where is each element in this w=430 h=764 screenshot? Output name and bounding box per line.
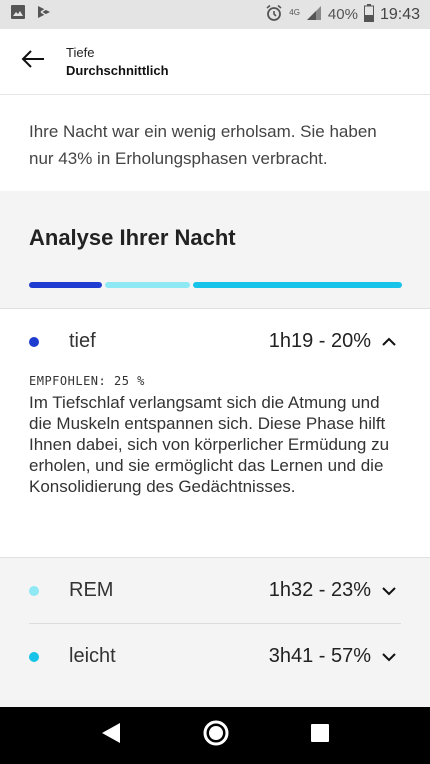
nav-back-icon[interactable] — [100, 721, 122, 750]
battery-percent: 40% — [327, 6, 358, 23]
status-bar: 4G 40% 19:43 — [0, 0, 430, 29]
nav-home-icon[interactable] — [202, 719, 230, 752]
battery-icon — [363, 3, 374, 26]
phase-bar-tief — [29, 282, 103, 288]
analysis-title: Analyse Ihrer Nacht — [29, 225, 236, 250]
phase-description: Im Tiefschlaf verlangsamt sich die Atmun… — [29, 393, 390, 496]
phase-label: REM — [69, 579, 114, 601]
play-store-icon — [36, 4, 52, 25]
phase-distribution-bar — [29, 282, 402, 288]
sleep-summary: Ihre Nacht war ein wenig erholsam. Sie h… — [0, 96, 430, 191]
phase-dot-leicht — [29, 651, 39, 662]
page-title: Durchschnittlich — [66, 63, 169, 78]
phase-row-tief[interactable]: tief 1h19 - 20% — [0, 309, 430, 374]
recommended-label: EMPFOHLEN: 25 % — [29, 374, 145, 388]
phase-value: 3h41 - 57% — [268, 645, 371, 667]
phase-value: 1h32 - 23% — [268, 579, 371, 601]
signal-icon — [306, 5, 322, 25]
chevron-down-icon[interactable] — [377, 579, 401, 603]
phase-label: leicht — [69, 645, 116, 667]
phase-bar-leicht — [192, 282, 402, 288]
chevron-up-icon[interactable] — [377, 330, 401, 354]
phase-row-rem[interactable]: REM 1h32 - 23% — [0, 558, 430, 623]
phase-row-leicht[interactable]: leicht 3h41 - 57% — [0, 624, 430, 689]
phase-bar-rem — [105, 282, 190, 288]
nav-recents-icon[interactable] — [310, 723, 330, 748]
back-button[interactable] — [0, 29, 66, 95]
chevron-down-icon[interactable] — [377, 645, 401, 669]
header-subtitle: Tiefe — [66, 45, 95, 60]
clock: 19:43 — [379, 5, 420, 23]
phase-label: tief — [69, 330, 96, 352]
app-bar: Tiefe Durchschnittlich — [0, 29, 430, 95]
alarm-icon — [265, 4, 283, 26]
network-type-label: 4G — [289, 7, 300, 17]
phase-value: 1h19 - 20% — [268, 330, 371, 352]
arrow-back-icon — [21, 49, 45, 74]
gallery-icon — [10, 4, 26, 25]
system-nav-bar — [0, 707, 430, 764]
phase-item-tief: tief 1h19 - 20% EMPFOHLEN: 25 % Im Tiefs… — [0, 309, 430, 558]
phase-dot-rem — [29, 585, 39, 596]
analysis-card: Analyse Ihrer Nacht tief 1h19 - 20% EMPF… — [0, 191, 430, 707]
phase-dot-tief — [29, 336, 39, 347]
